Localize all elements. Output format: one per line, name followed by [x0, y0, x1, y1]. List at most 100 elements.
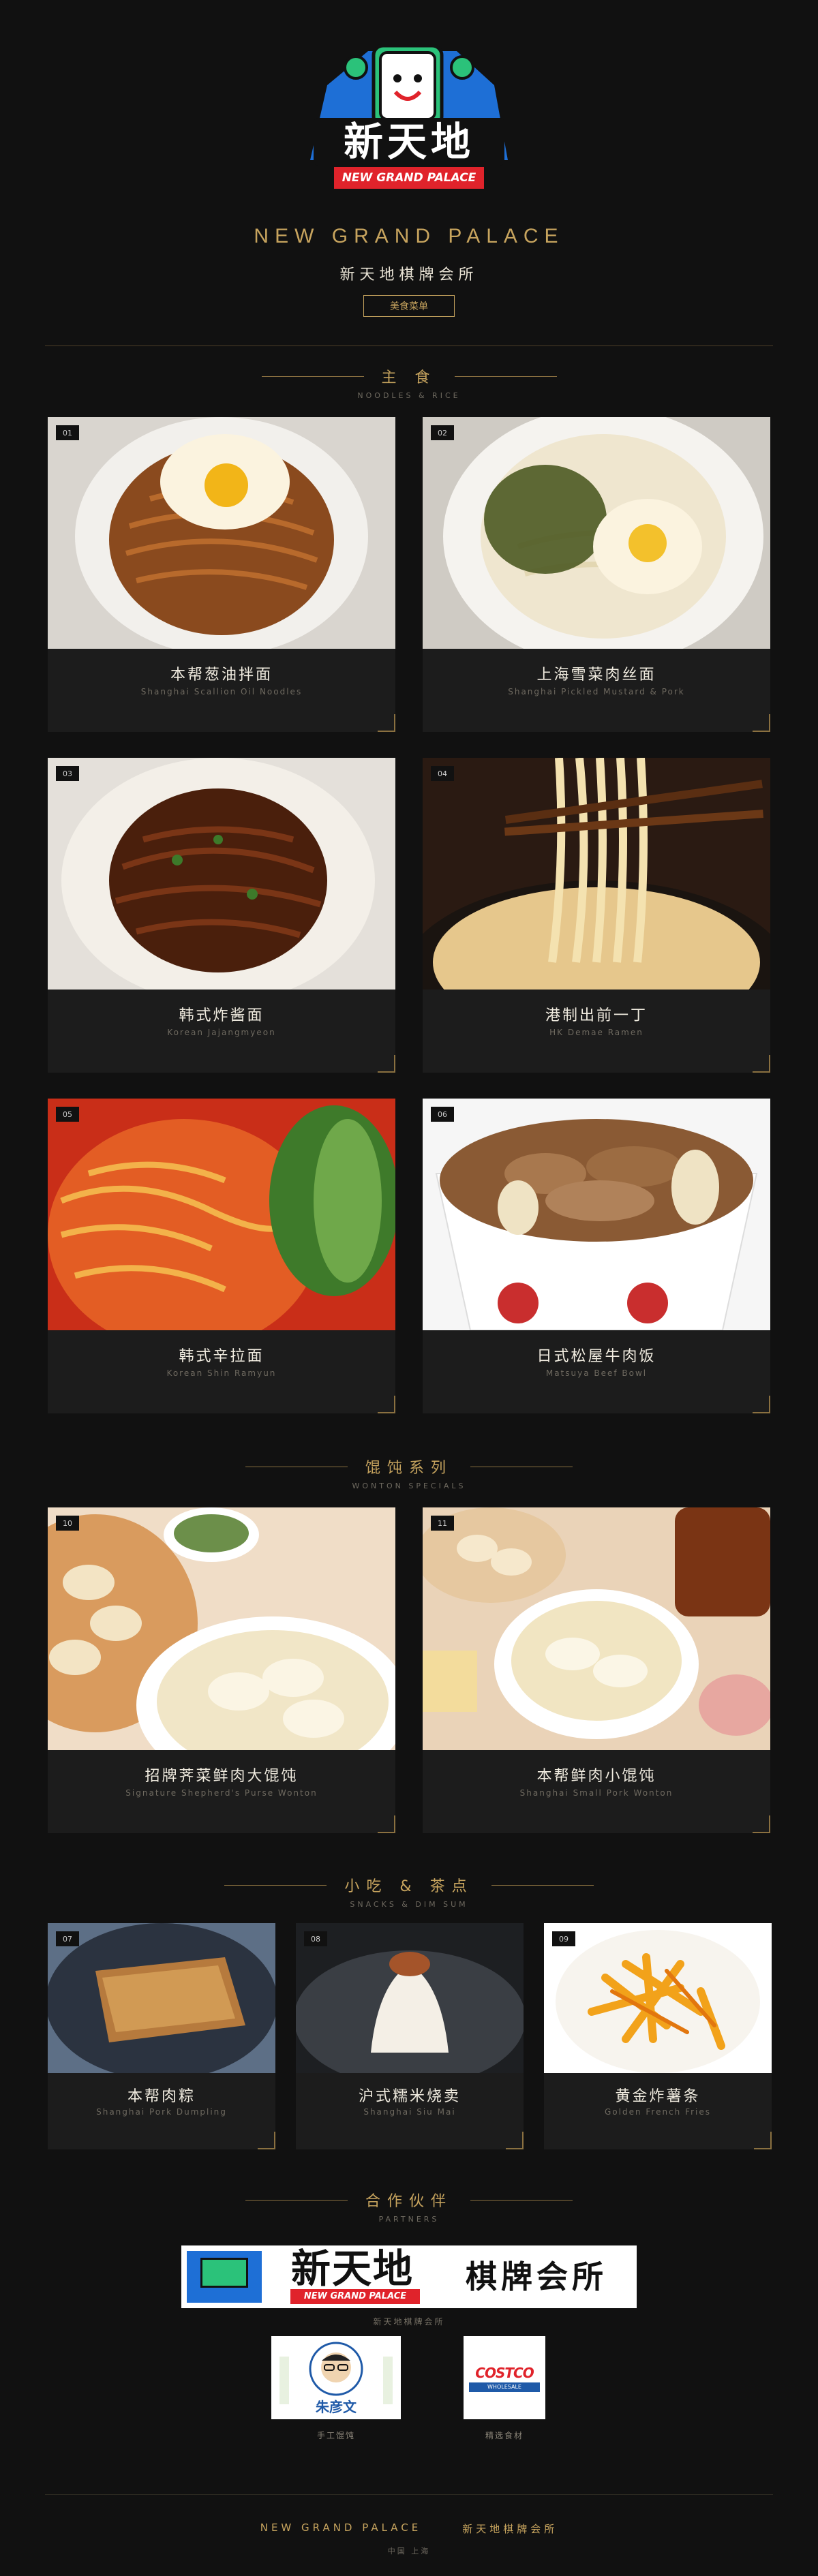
dish-number: 07 — [56, 1931, 79, 1946]
banner-suffix: 棋牌会所 — [466, 2258, 607, 2295]
dish-card[interactable]: 06 日式松屋牛肉饭 Matsuya Beef Bowl — [423, 1099, 770, 1413]
dish-name-en: Shanghai Pork Dumpling — [96, 2107, 227, 2117]
logo-text-zh: 新天地 — [343, 119, 474, 165]
partner-label: 精选食材 — [485, 2431, 524, 2440]
dish-name: 本帮鲜肉小馄饨 — [536, 1768, 656, 1785]
menu-button[interactable]: 美食菜单 — [363, 295, 455, 317]
dish-photo — [48, 1923, 275, 2073]
title-line — [224, 1884, 327, 1886]
dish-card[interactable]: 04 港制出前一丁 HK Demae Ramen — [423, 758, 770, 1073]
dish-number: 01 — [56, 425, 79, 440]
section-header-snacks: 小吃 & 茶点 SNACKS & DIM SUM — [0, 1874, 818, 1909]
section-title: 馄饨系列 — [365, 1460, 453, 1477]
costco-sub: WHOLESALE — [469, 2382, 540, 2392]
partner-logo-costco: COSTCO WHOLESALE — [464, 2336, 545, 2419]
dish-name-en: Shanghai Scallion Oil Noodles — [140, 687, 303, 696]
dish-number: 02 — [431, 425, 454, 440]
section-title: 小吃 & 茶点 — [344, 1878, 474, 1895]
partner-label: 手工馄饨 — [316, 2431, 355, 2440]
dish-photo — [423, 417, 770, 649]
dish-number: 11 — [431, 1516, 454, 1531]
dish-name: 沪式糯米烧卖 — [358, 2088, 461, 2105]
dish-card[interactable]: 10 招牌荠菜鲜肉大馄饨 Signature Shepherd's Purse … — [48, 1507, 395, 1833]
dish-card[interactable]: 03 韩式炸酱面 Korean Jajangmyeon — [48, 758, 395, 1073]
footer-divider — [45, 2494, 773, 2495]
dish-name: 本帮肉粽 — [127, 2088, 196, 2105]
footer-brand-en: NEW GRAND PALACE — [260, 2521, 422, 2534]
section-subtitle: WONTON SPECIALS — [352, 1482, 466, 1490]
dish-number: 08 — [304, 1931, 327, 1946]
brand-name-zh: 新天地棋牌会所 — [339, 266, 479, 283]
banner-name-en: NEW GRAND PALACE — [290, 2289, 420, 2304]
dish-card[interactable]: 08 沪式糯米烧卖 Shanghai Siu Mai — [296, 1923, 524, 2149]
card-corner-accent — [753, 1815, 770, 1833]
card-corner-accent — [378, 1396, 395, 1413]
dish-name: 黄金炸薯条 — [615, 2088, 701, 2105]
dish-number: 05 — [56, 1107, 79, 1122]
brand-logo: 新天地 NEW GRAND PALACE — [300, 37, 518, 215]
partner-logo-wonton: 朱彦文 — [271, 2336, 401, 2419]
section-subtitle: NOODLES & RICE — [357, 391, 461, 400]
section-title: 主 食 — [381, 369, 437, 386]
title-line — [470, 2199, 573, 2201]
dish-name-en: Shanghai Pickled Mustard & Pork — [508, 687, 685, 696]
card-corner-accent — [753, 714, 770, 732]
section-subtitle: SNACKS & DIM SUM — [350, 1900, 468, 1909]
dish-name-en: HK Demae Ramen — [549, 1028, 643, 1037]
dish-photo — [48, 1099, 395, 1330]
dish-card[interactable]: 09 黄金炸薯条 Golden French Fries — [544, 1923, 772, 2149]
dish-number: 04 — [431, 766, 454, 781]
dish-name-en: Golden French Fries — [604, 2107, 712, 2117]
card-corner-accent — [754, 2132, 772, 2149]
dish-card[interactable]: 11 本帮鲜肉小馄饨 Shanghai Small Pork Wonton — [423, 1507, 770, 1833]
dish-photo — [544, 1923, 772, 2073]
banner-logo-face — [200, 2258, 248, 2288]
footer: NEW GRAND PALACE 新天地棋牌会所 — [0, 2521, 818, 2536]
dish-name: 本帮葱油拌面 — [170, 666, 273, 684]
title-line — [454, 375, 557, 377]
costco-wordmark: COSTCO — [475, 2365, 534, 2381]
dish-name-en: Matsuya Beef Bowl — [545, 1368, 648, 1378]
section-title: 合作伙伴 — [365, 2193, 453, 2210]
dish-card[interactable]: 01 本帮葱油拌面 Shanghai Scallion Oil Noodles — [48, 417, 395, 732]
dish-name-en: Shanghai Small Pork Wonton — [519, 1788, 673, 1798]
section-subtitle: PARTNERS — [378, 2215, 440, 2224]
dish-number: 09 — [552, 1931, 575, 1946]
section-header-wonton: 馄饨系列 WONTON SPECIALS — [0, 1456, 818, 1490]
partner-logo-name: 朱彦文 — [316, 2399, 357, 2415]
dish-name: 日式松屋牛肉饭 — [536, 1348, 656, 1365]
dish-number: 10 — [56, 1516, 79, 1531]
dish-photo — [423, 1507, 770, 1750]
brand-name-en: NEW GRAND PALACE — [254, 225, 564, 247]
card-corner-accent — [378, 714, 395, 732]
card-corner-accent — [753, 1396, 770, 1413]
dish-card[interactable]: 02 上海雪菜肉丝面 Shanghai Pickled Mustard & Po… — [423, 417, 770, 732]
partner-banner: 新天地 NEW GRAND PALACE 棋牌会所 — [181, 2245, 637, 2308]
dish-photo — [48, 1507, 395, 1750]
dish-card[interactable]: 07 本帮肉粽 Shanghai Pork Dumpling — [48, 1923, 275, 2149]
footer-location: 中国 上海 — [387, 2547, 431, 2556]
dish-name: 港制出前一丁 — [545, 1007, 648, 1024]
section-header-noodles: 主 食 NOODLES & RICE — [0, 365, 818, 400]
card-corner-accent — [378, 1815, 395, 1833]
dish-name: 招牌荠菜鲜肉大馄饨 — [145, 1768, 299, 1785]
dish-card[interactable]: 05 韩式辛拉面 Korean Shin Ramyun — [48, 1099, 395, 1413]
dish-photo — [423, 1099, 770, 1330]
dish-photo — [48, 417, 395, 649]
dish-name-en: Korean Jajangmyeon — [167, 1028, 276, 1037]
card-corner-accent — [506, 2132, 524, 2149]
banner-name-zh: 新天地 — [290, 2245, 414, 2292]
card-corner-accent — [258, 2132, 275, 2149]
section-header-partners: 合作伙伴 PARTNERS — [0, 2189, 818, 2224]
dish-name-en: Korean Shin Ramyun — [166, 1368, 277, 1378]
title-line — [261, 375, 364, 377]
dish-number: 06 — [431, 1107, 454, 1122]
dish-name: 上海雪菜肉丝面 — [536, 666, 656, 684]
dish-photo — [48, 758, 395, 990]
card-corner-accent — [378, 1055, 395, 1073]
dish-name: 韩式炸酱面 — [179, 1007, 264, 1024]
title-line — [245, 2199, 348, 2201]
logo-text-en: NEW GRAND PALACE — [342, 171, 476, 185]
partner-tagline: 新天地棋牌会所 — [373, 2317, 445, 2327]
dish-name: 韩式辛拉面 — [179, 1348, 264, 1365]
